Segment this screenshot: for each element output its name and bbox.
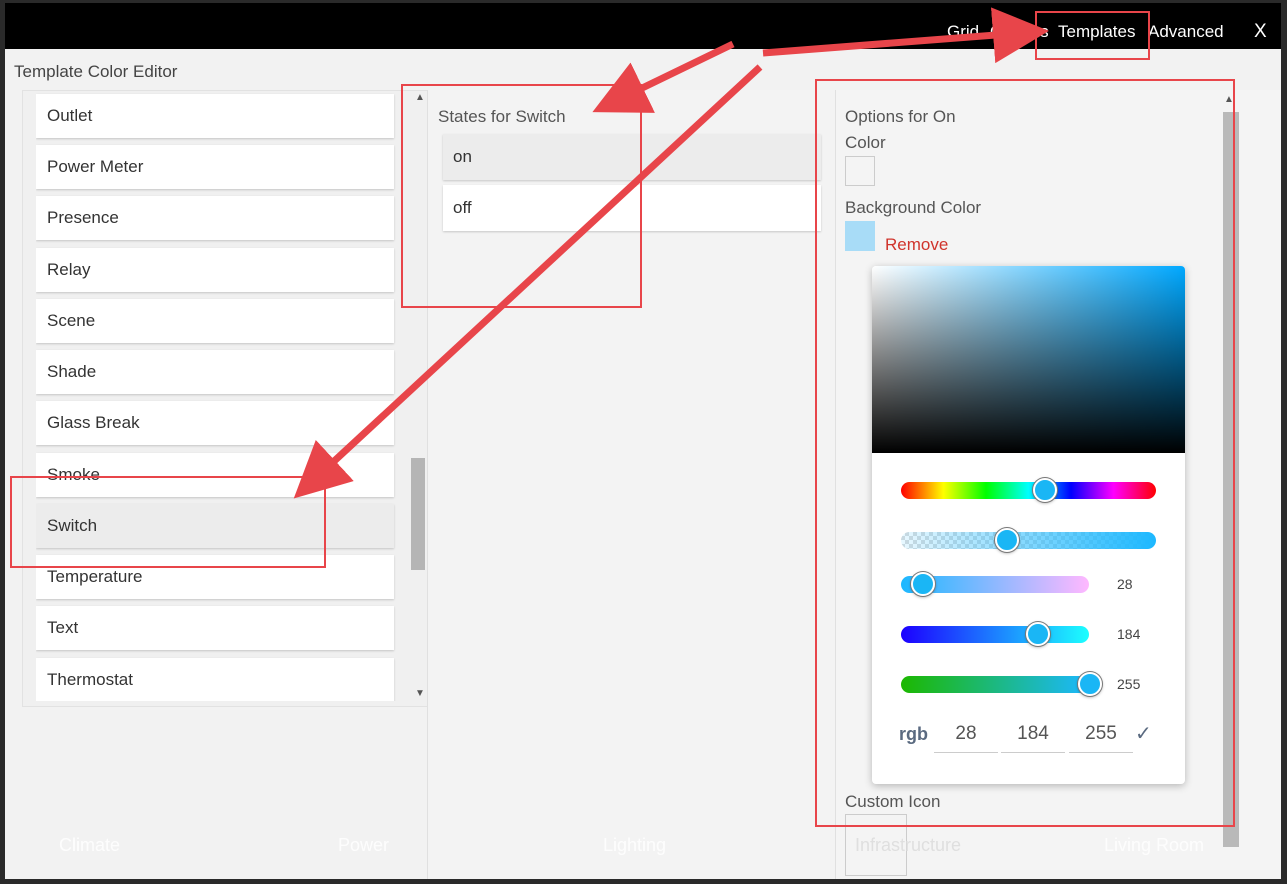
arrow-to-switch [293, 64, 763, 499]
arrow-to-states [592, 40, 735, 113]
template-color-editor-window: Grid Options Templates Advanced X Templa… [5, 3, 1281, 879]
annotation-arrows [293, 7, 1049, 499]
arrow-to-templates [762, 7, 1049, 64]
